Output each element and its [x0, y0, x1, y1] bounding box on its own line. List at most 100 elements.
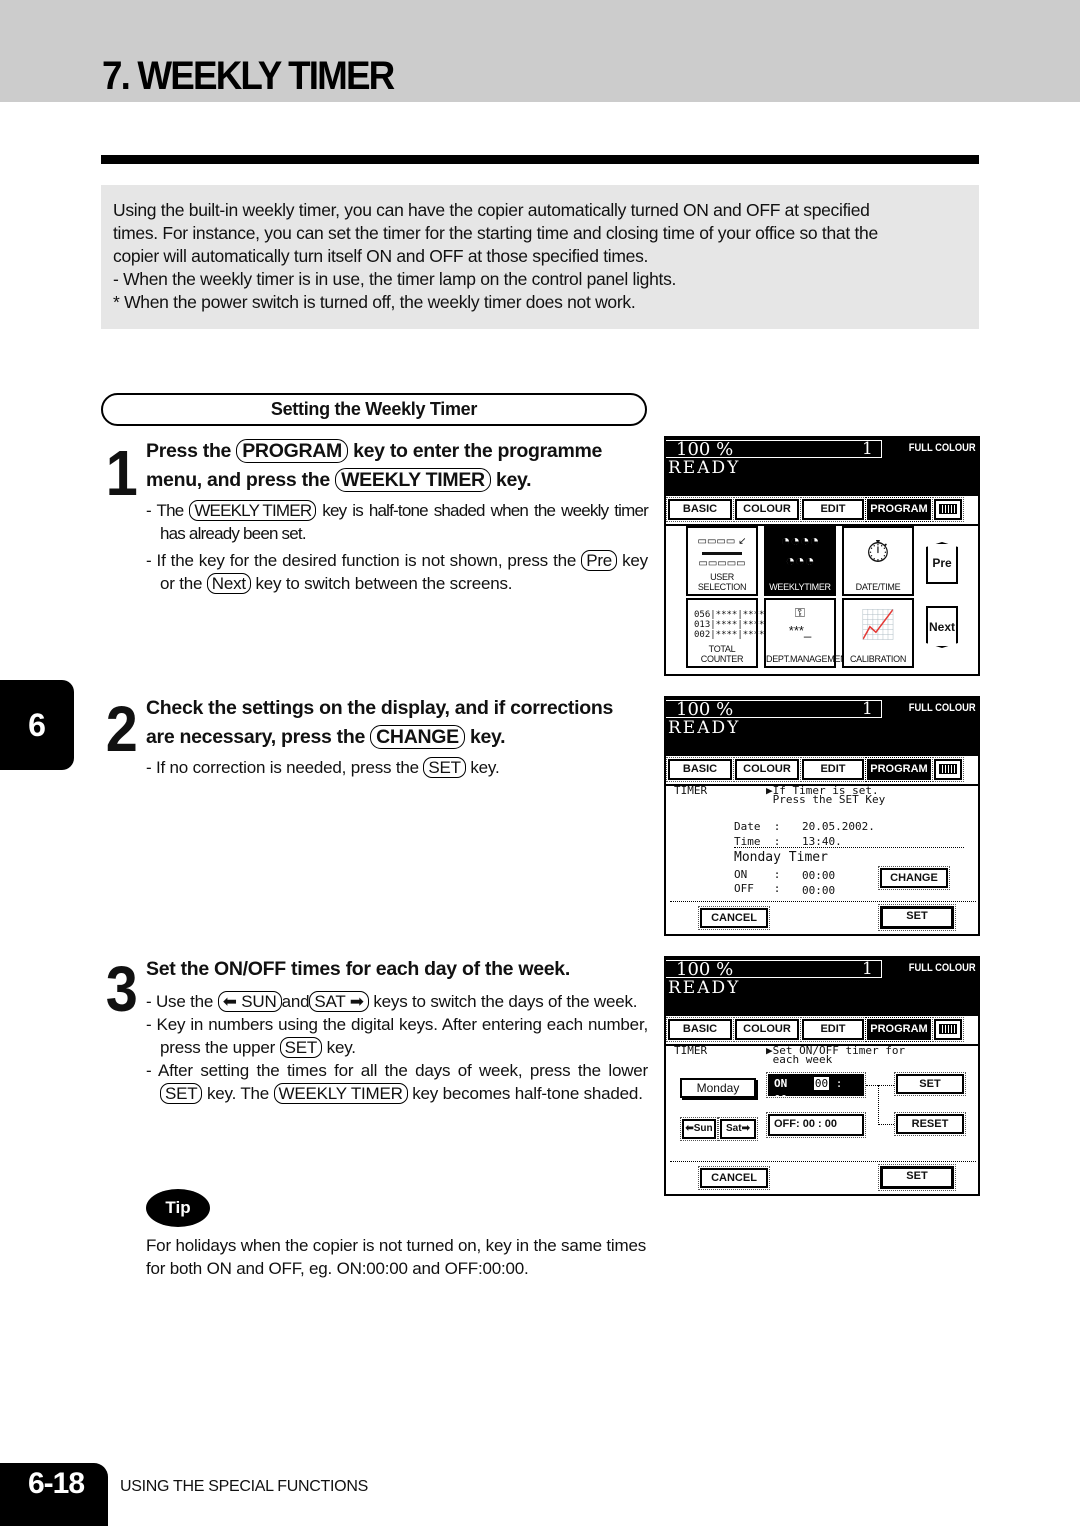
intro-line: times. For instance, you can set the tim… — [113, 223, 878, 243]
tab-colour[interactable]: COLOUR — [733, 497, 801, 522]
icon-label: TOTAL COUNTER — [700, 644, 744, 664]
on-label: ON : — [734, 868, 781, 881]
instruction-line-2: Press the SET Key — [766, 793, 886, 806]
connector-line — [878, 1124, 894, 1125]
change-button[interactable]: CHANGE — [878, 866, 950, 890]
lcd-zoom-ratio: 100 % — [676, 699, 734, 720]
tip-text: For holidays when the copier is not turn… — [146, 1236, 646, 1278]
set-button[interactable]: SET — [878, 904, 956, 931]
tab-basic[interactable]: BASIC — [666, 757, 734, 782]
page-title: 7. WEEKLY TIMER — [102, 54, 395, 98]
instruction-line-2: each week — [766, 1053, 833, 1066]
tab-program[interactable]: PROGRAM — [865, 497, 933, 522]
off-time-field[interactable]: OFF: 00 : 00 — [766, 1112, 866, 1138]
tab-keyboard[interactable] — [932, 497, 964, 522]
keyboard-icon — [939, 764, 957, 774]
step-heading: Press the PROGRAM key to enter the progr… — [146, 437, 602, 495]
on-hours-input[interactable]: 00 — [813, 1077, 830, 1090]
date-time-button[interactable]: ⏱ DATE/TIME — [842, 526, 914, 596]
tab-program[interactable]: PROGRAM — [865, 1017, 933, 1042]
lcd-status-bar: 100 % 1 FULL COLOUR READY — [666, 438, 978, 496]
lcd-copy-count: 1 — [862, 439, 873, 459]
connector-line — [866, 1085, 894, 1086]
lcd-copy-count: 1 — [862, 959, 873, 979]
set-key-label: SET — [160, 1083, 203, 1104]
on-time-field[interactable]: ON 00 : 00 — [766, 1072, 866, 1106]
on-label: ON — [774, 1077, 788, 1090]
text: Set the ON/OFF times for each day of the… — [146, 958, 570, 980]
tab-basic[interactable]: BASIC — [666, 497, 734, 522]
lower-set-button[interactable]: SET — [878, 1164, 956, 1191]
text: key to enter the programme — [347, 440, 603, 462]
keyboard-icon — [939, 504, 957, 514]
calibration-button[interactable]: 📈 CALIBRATION — [842, 598, 914, 668]
intro-note: * When the power switch is turned off, t… — [113, 292, 636, 312]
set-key-label: SET — [279, 1037, 323, 1058]
tab-basic[interactable]: BASIC — [666, 1017, 734, 1042]
icon-label: DEPT.MANAGEMENT — [766, 654, 852, 664]
time-value: 13:40. — [802, 835, 842, 848]
icon-label: DATE/TIME — [855, 582, 901, 592]
calibration-curve-icon: 📈 — [860, 609, 896, 640]
page-number: 6-18 — [0, 1463, 108, 1526]
off-time-value: 00:00 — [802, 884, 836, 897]
icon-label: USER SELECTION — [697, 572, 747, 592]
intro-note: - When the weekly timer is in use, the t… — [113, 269, 677, 289]
icon-label: CALIBRATION — [849, 654, 907, 664]
timer-section-label: TIMER — [674, 1044, 708, 1057]
lcd-zoom-ratio: 100 % — [676, 959, 734, 980]
dotted-divider — [670, 901, 976, 902]
date-label: Date : — [734, 820, 781, 833]
connector-line — [878, 1085, 879, 1125]
weekly-timer-button[interactable]: ◔◔◔◔ ◔◔◔ WEEKLYTIMER — [764, 526, 836, 596]
lcd-tabs: BASIC COLOUR EDIT PROGRAM — [666, 497, 978, 523]
text: Check the settings on the display, and i… — [146, 697, 614, 719]
tab-edit[interactable]: EDIT — [800, 497, 866, 522]
lcd-tabs: BASIC COLOUR EDIT PROGRAM — [666, 1017, 978, 1043]
date-value: 20.05.2002. — [802, 820, 875, 833]
tab-colour[interactable]: COLOUR — [733, 757, 801, 782]
lcd-screen-timer-check: 100 % 1 FULL COLOUR READY BASIC COLOUR E… — [664, 696, 980, 936]
tab-keyboard[interactable] — [932, 1017, 964, 1042]
stopwatch-icon: ⏱ — [866, 536, 890, 569]
pre-button[interactable]: Pre — [926, 542, 958, 584]
off-label: OFF : — [734, 882, 781, 895]
bullet: - Key in numbers using the digital keys.… — [146, 1015, 648, 1058]
tab-keyboard[interactable] — [932, 757, 964, 782]
program-key-label: PROGRAM — [236, 439, 348, 463]
bullet: - If the key for the desired function is… — [146, 550, 648, 594]
step-bullets: - Use the ⬅ SUN and SAT ➡ keys to switch t… — [146, 990, 648, 1105]
reset-button[interactable]: RESET — [894, 1112, 966, 1136]
step-bullets: - The WEEKLY TIMER key is half-tone shad… — [146, 499, 649, 595]
cancel-button[interactable]: CANCEL — [698, 906, 770, 930]
tab-colour[interactable]: COLOUR — [733, 1017, 801, 1042]
next-button[interactable]: Next — [926, 606, 958, 648]
timer-section-label: TIMER — [674, 784, 708, 797]
dotted-divider — [734, 847, 964, 848]
cancel-button[interactable]: CANCEL — [698, 1166, 770, 1190]
lcd-screen-program-menu: 100 % 1 FULL COLOUR READY BASIC COLOUR E… — [664, 436, 980, 676]
dept-management-button[interactable]: ⚿ ***_ DEPT.MANAGEMENT — [764, 598, 852, 668]
text: are necessary, press the — [146, 726, 371, 748]
total-counter-button[interactable]: 056|****|**** 013|****|**** 002|****|**** … — [686, 598, 764, 668]
sat-button[interactable]: Sat➡ — [718, 1117, 758, 1141]
user-selection-button[interactable]: ▭▭▭▭ ↙ ▬▬▬▬ ▭▭▭▭▭ USER SELECTION — [686, 526, 758, 596]
keyboard-icon — [939, 1024, 957, 1034]
lcd-colour-mode: FULL COLOUR — [909, 442, 976, 454]
change-key-label: CHANGE — [370, 725, 465, 749]
upper-set-button[interactable]: SET — [894, 1072, 966, 1096]
sun-button[interactable]: ⬅Sun — [680, 1117, 718, 1141]
lcd-colour-mode: FULL COLOUR — [909, 962, 976, 974]
tab-edit[interactable]: EDIT — [800, 757, 866, 782]
user-list-icon: ▭▭▭▭ ↙ ▬▬▬▬ ▭▭▭▭▭ — [697, 536, 747, 569]
tip-badge: Tip — [146, 1189, 210, 1227]
bullet: - Use the ⬅ SUN and SAT ➡ keys to switch t… — [146, 991, 638, 1012]
title-rule — [101, 155, 979, 164]
lcd-status-text: READY — [668, 458, 741, 478]
lcd-status-text: READY — [668, 978, 741, 998]
tab-program[interactable]: PROGRAM — [865, 757, 933, 782]
section-title: Setting the Weekly Timer — [101, 393, 647, 426]
lcd-colour-mode: FULL COLOUR — [909, 702, 976, 714]
lcd-tabs: BASIC COLOUR EDIT PROGRAM — [666, 757, 978, 783]
tab-edit[interactable]: EDIT — [800, 1017, 866, 1042]
